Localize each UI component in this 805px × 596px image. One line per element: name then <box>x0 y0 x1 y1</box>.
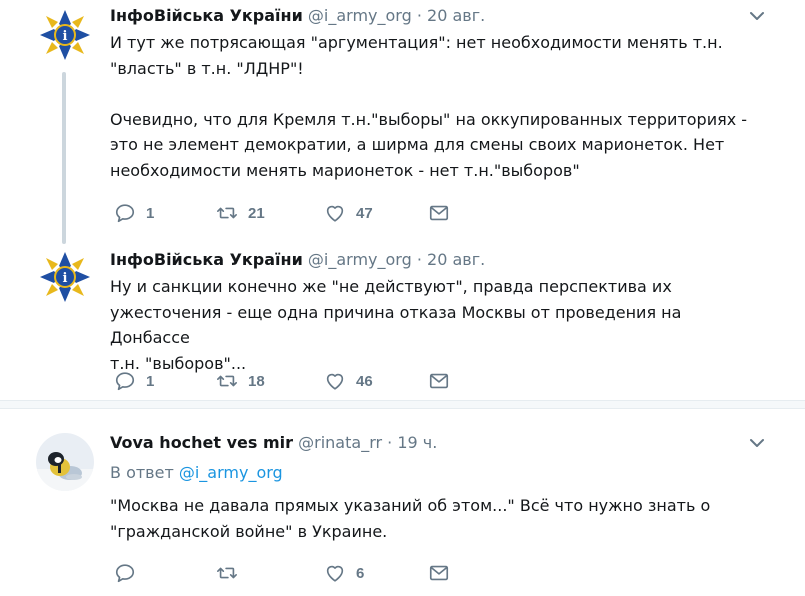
retweet-count: 21 <box>248 204 265 222</box>
army-emblem-icon: i <box>36 248 94 306</box>
reply-button[interactable]: 1 <box>114 369 154 393</box>
timestamp[interactable]: 20 авг. <box>427 6 485 25</box>
retweet-icon <box>217 207 237 219</box>
retweet-button[interactable]: 18 <box>216 369 265 393</box>
tweet-text: Ну и санкции конечно же "не действуют", … <box>110 274 760 376</box>
tweet-text-line: "власть" в т.н. "ЛДНР"! <box>110 58 304 78</box>
svg-text:i: i <box>63 271 68 286</box>
tweet-text-line: "Москва не давала прямых указаний об это… <box>110 496 711 515</box>
svg-text:i: i <box>63 29 68 44</box>
envelope-icon <box>429 205 449 221</box>
tweet-text-line: Очевидно, что для Кремля т.н."выборы" на… <box>110 109 748 129</box>
timestamp[interactable]: 19 ч. <box>397 433 437 452</box>
tweet-header: Vova hochet ves mir @rinata_rr · 19 ч. <box>110 433 437 453</box>
author-name[interactable]: ІнфоВійська України <box>110 250 303 269</box>
tweet-actions: 6 <box>110 561 470 585</box>
timestamp[interactable]: 20 авг. <box>427 250 485 269</box>
direct-message-button[interactable] <box>428 369 450 393</box>
author-name[interactable]: Vova hochet ves mir <box>110 433 293 452</box>
tweet-text-line: Ну и санкции конечно же "не действуют", … <box>110 277 672 296</box>
thread-line <box>62 72 66 244</box>
retweet-icon <box>217 375 237 387</box>
reply-prefix: В ответ <box>110 463 174 482</box>
like-count: 46 <box>356 372 373 390</box>
author-handle[interactable]: @i_army_org <box>308 6 412 25</box>
avatar[interactable]: i <box>36 248 94 306</box>
retweet-count: 18 <box>248 372 265 390</box>
reply-icon <box>115 372 135 391</box>
tweet-text-line: это не элемент демократии, а ширма для с… <box>110 135 725 154</box>
reply-handle-link[interactable]: @i_army_org <box>179 463 283 482</box>
like-count: 6 <box>356 564 365 582</box>
separator: · <box>416 250 422 269</box>
direct-message-button[interactable] <box>428 561 450 585</box>
tweet[interactable]: Vova hochet ves mir @rinata_rr · 19 ч. В… <box>0 408 805 596</box>
retweet-button[interactable]: 21 <box>216 201 265 225</box>
reply-context: В ответ @i_army_org <box>110 463 283 482</box>
tweet-text: И тут же потрясающая "аргументация": нет… <box>110 30 760 183</box>
like-button[interactable]: 46 <box>324 369 373 393</box>
reply-button[interactable]: 1 <box>114 201 154 225</box>
tweet-header: ІнфоВійська України @i_army_org · 20 авг… <box>110 250 485 270</box>
army-emblem-icon: i <box>36 6 94 64</box>
reply-count: 1 <box>146 372 155 390</box>
envelope-icon <box>429 565 449 581</box>
reply-count: 1 <box>146 204 155 222</box>
author-name[interactable]: ІнфоВійська України <box>110 6 303 25</box>
separator: · <box>416 6 422 25</box>
reply-button[interactable] <box>114 561 136 585</box>
separator: · <box>387 433 393 452</box>
envelope-icon <box>429 373 449 389</box>
author-handle[interactable]: @i_army_org <box>308 250 412 269</box>
author-handle[interactable]: @rinata_rr <box>298 433 382 452</box>
tweet-text-line: ужесточения - еще одна причина отказа Мо… <box>110 302 682 348</box>
tweet[interactable]: i ІнфоВійська України @i_army_org · 20 а… <box>0 240 805 400</box>
tweet-header: ІнфоВійська України @i_army_org · 20 авг… <box>110 6 485 26</box>
retweet-button[interactable] <box>216 561 238 585</box>
avatar[interactable] <box>36 433 94 491</box>
chevron-down-icon[interactable] <box>749 8 765 24</box>
heart-icon <box>326 205 344 222</box>
tweet-actions: 1 21 47 <box>110 201 470 225</box>
like-button[interactable]: 47 <box>324 201 373 225</box>
heart-icon <box>326 565 344 582</box>
like-count: 47 <box>356 204 373 222</box>
reply-icon <box>115 564 135 583</box>
tweet-text-line: необходимости менять марионеток - нет т.… <box>110 160 580 180</box>
chevron-down-icon[interactable] <box>749 435 765 451</box>
tweet-actions: 1 18 46 <box>110 369 470 393</box>
reply-icon <box>115 204 135 223</box>
direct-message-button[interactable] <box>428 201 450 225</box>
tweet-text-line: "гражданской войне" в Украине. <box>110 521 388 541</box>
conversation-separator <box>0 400 805 408</box>
bird-photo-icon <box>36 433 94 491</box>
like-button[interactable]: 6 <box>324 561 364 585</box>
retweet-icon <box>217 567 237 579</box>
tweet-text-line: И тут же потрясающая "аргументация": нет… <box>110 33 723 52</box>
heart-icon <box>326 373 344 390</box>
avatar[interactable]: i <box>36 6 94 64</box>
tweet-text: "Москва не давала прямых указаний об это… <box>110 493 760 544</box>
tweet[interactable]: i ІнфоВійська України @i_army_org · 20 а… <box>0 0 805 244</box>
